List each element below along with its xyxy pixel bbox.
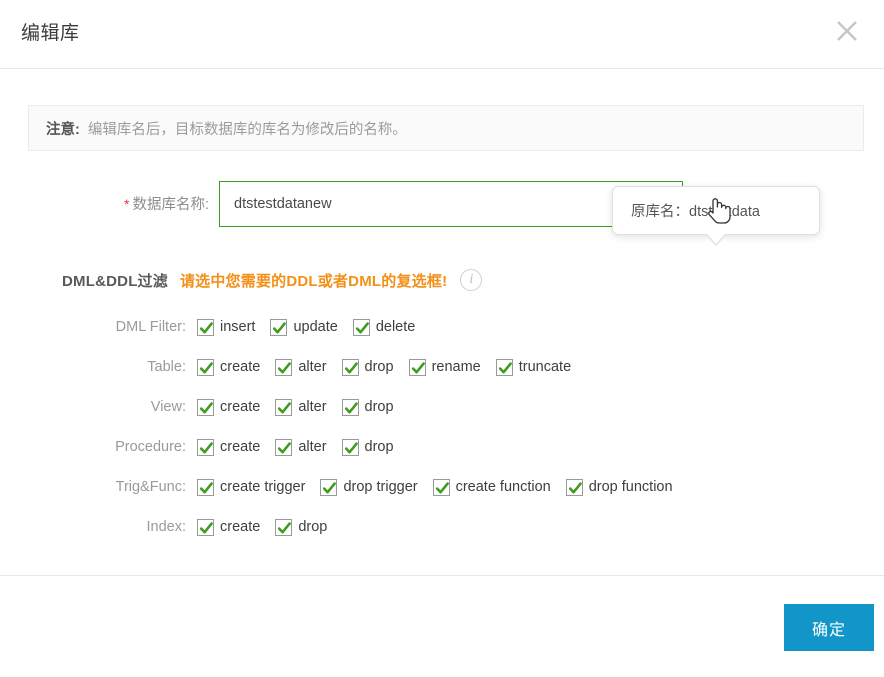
section-warning-text: 请选中您需要的DDL或者DML的复选框! bbox=[179, 272, 448, 290]
filter-row: Index: create drop bbox=[0, 507, 884, 547]
checkbox-checked-icon[interactable] bbox=[495, 358, 513, 376]
checkbox-option[interactable]: drop bbox=[341, 398, 394, 416]
checkbox-checked-icon[interactable] bbox=[275, 438, 293, 456]
notice-banner: 注意: 编辑库名后，目标数据库的库名为修改后的名称。 bbox=[28, 105, 864, 151]
checkbox-label: create bbox=[220, 359, 261, 375]
checkbox-option[interactable]: create bbox=[197, 398, 261, 416]
filter-rows: DML Filter: insert update delete Table: creat… bbox=[0, 307, 884, 547]
required-asterisk: * bbox=[124, 196, 130, 212]
dialog-header: 编辑库 bbox=[0, 0, 884, 69]
checkbox-option[interactable]: create bbox=[197, 358, 261, 376]
checkbox-label: truncate bbox=[518, 359, 572, 375]
checkbox-option[interactable]: create trigger bbox=[197, 478, 306, 496]
notice-label: 注意: bbox=[46, 121, 80, 138]
checkbox-option[interactable]: drop bbox=[341, 438, 394, 456]
filter-options: create trigger drop trigger create functio… bbox=[197, 478, 688, 496]
checkbox-checked-icon[interactable] bbox=[197, 478, 214, 496]
checkbox-option[interactable]: drop function bbox=[565, 478, 673, 496]
checkbox-label: delete bbox=[375, 319, 416, 335]
tooltip-arrow-inner bbox=[705, 232, 727, 244]
database-name-label-text: 数据库名称: bbox=[132, 197, 209, 213]
checkbox-label: drop function bbox=[588, 479, 673, 495]
checkbox-checked-icon[interactable] bbox=[197, 318, 214, 336]
filter-row: Table: create alter drop rename truncate bbox=[0, 347, 884, 387]
filter-options: create alter drop bbox=[197, 438, 409, 456]
tooltip-text: 原库名：dtstestdata bbox=[631, 204, 760, 220]
checkbox-label: create function bbox=[455, 479, 551, 495]
checkbox-label: create bbox=[220, 399, 261, 415]
checkbox-option[interactable]: truncate bbox=[495, 358, 572, 376]
checkbox-option[interactable]: alter bbox=[275, 358, 327, 376]
filter-options: create alter drop bbox=[197, 398, 409, 416]
checkbox-checked-icon[interactable] bbox=[275, 518, 293, 536]
checkbox-label: create trigger bbox=[220, 479, 306, 495]
filter-row: Trig&Func: create trigger drop trigger crea… bbox=[0, 467, 884, 507]
filter-row: View: create alter drop bbox=[0, 387, 884, 427]
checkbox-option[interactable]: drop bbox=[275, 518, 328, 536]
checkbox-option[interactable]: create function bbox=[432, 478, 551, 496]
filter-row-label: DML Filter: bbox=[115, 319, 186, 335]
dialog-body: 注意: 编辑库名后，目标数据库的库名为修改后的名称。 *数据库名称: i 原库名… bbox=[0, 69, 884, 575]
checkbox-option[interactable]: insert bbox=[197, 318, 256, 336]
checkbox-option[interactable]: alter bbox=[275, 438, 327, 456]
section-title: DML&DDL过滤 bbox=[62, 272, 168, 290]
checkbox-checked-icon[interactable] bbox=[408, 358, 426, 376]
checkbox-label: alter bbox=[298, 399, 327, 415]
dml-ddl-section-header: DML&DDL过滤 请选中您需要的DDL或者DML的复选框! i bbox=[62, 269, 483, 291]
checkbox-checked-icon[interactable] bbox=[275, 358, 293, 376]
filter-row: DML Filter: insert update delete bbox=[0, 307, 884, 347]
checkbox-checked-icon[interactable] bbox=[320, 478, 338, 496]
checkbox-option[interactable]: alter bbox=[275, 398, 327, 416]
checkbox-checked-icon[interactable] bbox=[565, 478, 583, 496]
original-database-name-tooltip: 原库名：dtstestdata bbox=[612, 186, 820, 246]
checkbox-option[interactable]: drop trigger bbox=[320, 478, 418, 496]
checkbox-label: update bbox=[293, 319, 338, 335]
database-name-label: * 数据库名称: bbox=[0, 193, 209, 214]
checkbox-option[interactable]: drop bbox=[341, 358, 394, 376]
checkbox-checked-icon[interactable] bbox=[197, 398, 214, 416]
checkbox-checked-icon[interactable] bbox=[341, 398, 359, 416]
checkbox-option[interactable]: rename bbox=[408, 358, 481, 376]
confirm-button[interactable]: 确定 bbox=[784, 604, 874, 651]
checkbox-option[interactable]: create bbox=[197, 438, 261, 456]
filter-row-label: Trig&Func: bbox=[115, 479, 186, 495]
checkbox-label: drop bbox=[364, 399, 394, 415]
checkbox-checked-icon[interactable] bbox=[432, 478, 450, 496]
checkbox-checked-icon[interactable] bbox=[197, 438, 214, 456]
checkbox-label: drop trigger bbox=[343, 479, 418, 495]
checkbox-label: create bbox=[220, 519, 261, 535]
checkbox-checked-icon[interactable] bbox=[197, 358, 214, 376]
filter-options: create drop bbox=[197, 518, 342, 536]
edit-database-dialog: 编辑库 注意: 编辑库名后，目标数据库的库名为修改后的名称。 *数据库名称: i… bbox=[0, 0, 884, 677]
checkbox-label: alter bbox=[298, 359, 327, 375]
checkbox-checked-icon[interactable] bbox=[341, 438, 359, 456]
checkbox-label: alter bbox=[298, 439, 327, 455]
checkbox-option[interactable]: delete bbox=[352, 318, 416, 336]
checkbox-checked-icon[interactable] bbox=[352, 318, 370, 336]
dialog-footer: 确定 bbox=[0, 575, 884, 677]
checkbox-label: drop bbox=[364, 359, 394, 375]
close-icon[interactable] bbox=[826, 10, 868, 52]
checkbox-checked-icon[interactable] bbox=[197, 518, 214, 536]
checkbox-label: drop bbox=[298, 519, 328, 535]
filter-options: create alter drop rename truncate bbox=[197, 358, 586, 376]
checkbox-checked-icon[interactable] bbox=[270, 318, 288, 336]
checkbox-option[interactable]: create bbox=[197, 518, 261, 536]
checkbox-option[interactable]: update bbox=[270, 318, 338, 336]
page-title: 编辑库 bbox=[21, 23, 80, 44]
filter-row-label: Index: bbox=[146, 519, 187, 535]
checkbox-checked-icon[interactable] bbox=[275, 398, 293, 416]
checkbox-label: rename bbox=[431, 359, 481, 375]
checkbox-label: insert bbox=[220, 319, 256, 335]
filter-row-label: View: bbox=[150, 399, 186, 415]
filter-row-label: Procedure: bbox=[115, 439, 186, 455]
filter-row-label: Table: bbox=[147, 359, 186, 375]
checkbox-checked-icon[interactable] bbox=[341, 358, 359, 376]
filter-options: insert update delete bbox=[197, 318, 430, 336]
filter-row: Procedure: create alter drop bbox=[0, 427, 884, 467]
info-icon[interactable]: i bbox=[460, 269, 483, 291]
notice-text: 编辑库名后，目标数据库的库名为修改后的名称。 bbox=[87, 121, 407, 138]
checkbox-label: create bbox=[220, 439, 261, 455]
checkbox-label: drop bbox=[364, 439, 394, 455]
